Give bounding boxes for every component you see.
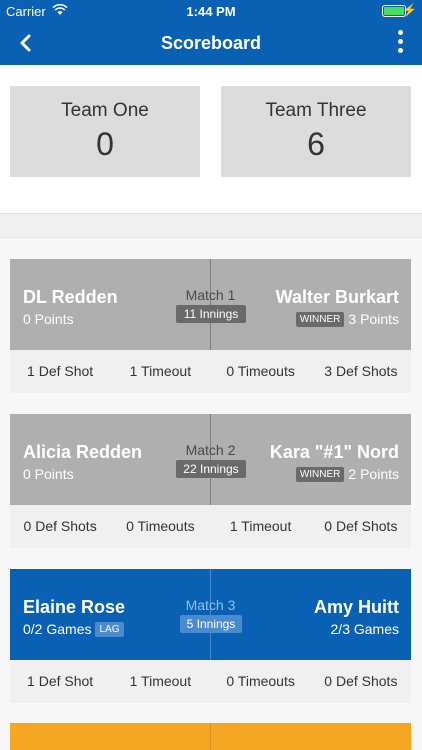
player-points: 2 Points [348, 466, 399, 482]
winner-badge: WINNER [295, 467, 345, 482]
player-points: 0 Points [23, 466, 74, 482]
clock: 1:44 PM [186, 4, 236, 19]
match-stats: 1 Def Shot 1 Timeout 0 Timeouts 0 Def Sh… [10, 660, 411, 703]
stat-left-timeouts: 1 Timeout [129, 363, 192, 379]
winner-badge: WINNER [295, 312, 345, 327]
player-name: Kara "#1" Nord [269, 442, 399, 462]
stat-right-timeouts: 1 Timeout [229, 518, 292, 534]
right-player: Amy Huitt 2/3 Games [314, 597, 399, 637]
match-card-2[interactable]: Alicia Redden 0 Points Match 2 22 Inning… [10, 414, 411, 548]
player-name: Amy Huitt [314, 597, 399, 617]
innings-badge: 11 Innings [176, 305, 246, 323]
section-divider [0, 213, 422, 238]
more-options-icon[interactable] [396, 30, 404, 56]
match-stats: 0 Def Shots 0 Timeouts 1 Timeout 0 Def S… [10, 505, 411, 548]
match-header: Elaine Rose 0/2 Games LAG Match 3 5 Innin… [10, 569, 411, 660]
stat-left-timeouts: 1 Timeout [129, 673, 192, 689]
team-card-left: Team One 0 [10, 86, 200, 177]
right-player: Kara "#1" Nord WINNER 2 Points [270, 442, 399, 482]
stat-left-defshots: 1 Def Shot [27, 363, 94, 379]
match-stats: 1 Def Shot 1 Timeout 0 Timeouts 3 Def Sh… [10, 350, 411, 393]
stat-right-timeouts: 0 Timeouts [226, 363, 295, 379]
match-card-1[interactable]: DL Redden 0 Points Match 1 11 Innings Wa… [10, 259, 411, 393]
team-score: 6 [307, 126, 325, 162]
charging-icon: ⚡ [402, 3, 417, 17]
match-card-3[interactable]: Elaine Rose 0/2 Games LAG Match 3 5 Innin… [10, 569, 411, 703]
player-points: 3 Points [348, 311, 399, 327]
page-title: Scoreboard [160, 33, 262, 53]
innings-badge: 5 Innings [180, 615, 242, 633]
player-games: 0/2 Games [23, 621, 92, 637]
right-player: Walter Burkart WINNER 3 Points [276, 287, 399, 327]
stat-left-timeouts: 0 Timeouts [126, 518, 195, 534]
team-card-right: Team Three 6 [221, 86, 411, 177]
match-header: Alicia Redden 0 Points Match 2 22 Inning… [10, 414, 411, 505]
player-points: 0 Points [23, 311, 74, 327]
nav-bar: Scoreboard [0, 22, 422, 65]
stat-left-defshots: 1 Def Shot [27, 673, 94, 689]
team-name: Team One [61, 100, 149, 121]
player-name: Walter Burkart [275, 287, 399, 307]
team-score: 0 [96, 126, 114, 162]
status-bar: Carrier 1:44 PM ⚡ [0, 0, 422, 22]
player-games: 2/3 Games [330, 621, 399, 637]
stat-right-defshots: 3 Def Shots [324, 363, 398, 379]
lag-badge: LAG [95, 622, 124, 637]
stat-right-defshots: 0 Def Shots [324, 673, 398, 689]
team-scores: Team One 0 Team Three 6 [0, 65, 422, 213]
innings-badge: 22 Innings [176, 460, 246, 478]
team-name: Team Three [265, 100, 367, 121]
stat-right-defshots: 0 Def Shots [324, 518, 398, 534]
match-header: DL Redden 0 Points Match 1 11 Innings Wa… [10, 259, 411, 350]
match-card-4-partial[interactable] [10, 723, 411, 750]
stat-right-timeouts: 0 Timeouts [226, 673, 295, 689]
center-divider [210, 723, 211, 750]
stat-left-defshots: 0 Def Shots [23, 518, 97, 534]
